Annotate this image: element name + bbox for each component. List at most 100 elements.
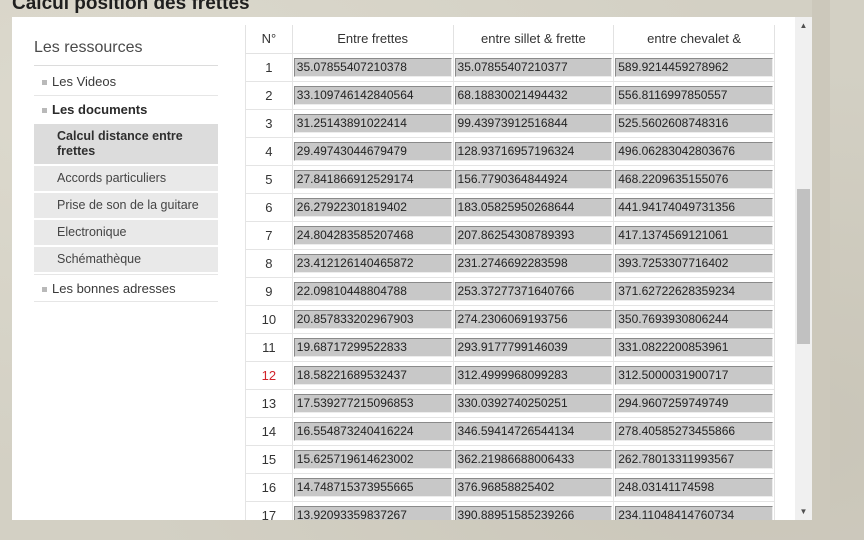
value-field[interactable]: 525.5602608748316 xyxy=(615,113,773,133)
submenu-item-prise-de-son[interactable]: Prise de son de la guitare xyxy=(34,193,218,218)
value-cell: 68.18830021494432 xyxy=(452,80,615,110)
fret-number-cell: 16 xyxy=(245,472,293,502)
value-field[interactable]: 26.27922301819402 xyxy=(293,197,452,217)
value-field[interactable]: 390.88951585239266 xyxy=(454,505,613,520)
value-field[interactable]: 14.748715373955665 xyxy=(293,477,452,497)
value-field[interactable]: 441.94174049731356 xyxy=(615,197,773,217)
table-row: 7 24.804283585207468 207.86254308789393 417… xyxy=(245,220,775,250)
scrollbar-thumb[interactable] xyxy=(797,188,810,344)
submenu-item-accords[interactable]: Accords particuliers xyxy=(34,166,218,191)
value-field[interactable]: 35.07855407210378 xyxy=(293,57,452,77)
value-field[interactable]: 23.412126140465872 xyxy=(293,253,452,273)
value-field[interactable]: 330.0392740250251 xyxy=(454,393,613,413)
value-cell: 496.06283042803676 xyxy=(613,136,775,166)
value-cell: 183.05825950268644 xyxy=(452,192,615,222)
sidebar-title: Les ressources xyxy=(34,37,218,66)
value-cell: 231.2746692283598 xyxy=(452,248,615,278)
value-cell: 33.109746142840564 xyxy=(291,80,454,110)
documents-submenu: Calcul distance entre frettes Accords pa… xyxy=(34,124,218,272)
value-field[interactable]: 393.7253307716402 xyxy=(615,253,773,273)
value-field[interactable]: 33.109746142840564 xyxy=(293,85,452,105)
sidebar-item-bonnes-adresses[interactable]: Les bonnes adresses xyxy=(34,274,218,302)
value-cell: 22.09810448804788 xyxy=(291,276,454,306)
value-field[interactable]: 13.92093359837267 xyxy=(293,505,452,520)
value-field[interactable]: 262.78013311993567 xyxy=(615,449,773,469)
value-field[interactable]: 331.0822200853961 xyxy=(615,337,773,357)
value-field[interactable]: 248.03141174598 xyxy=(615,477,773,497)
value-field[interactable]: 27.841866912529174 xyxy=(293,169,452,189)
page-edge xyxy=(812,0,830,540)
value-cell: 128.93716957196324 xyxy=(452,136,615,166)
value-field[interactable]: 15.625719614623002 xyxy=(293,449,452,469)
value-field[interactable]: 183.05825950268644 xyxy=(454,197,613,217)
value-field[interactable]: 371.62722628359234 xyxy=(615,281,773,301)
sidebar-item-label: Les Videos xyxy=(52,74,117,89)
value-cell: 556.8116997850557 xyxy=(613,80,775,110)
scroll-down-arrow-icon[interactable]: ▼ xyxy=(795,503,812,520)
value-cell: 274.2306069193756 xyxy=(452,304,615,334)
value-field[interactable]: 496.06283042803676 xyxy=(615,141,773,161)
submenu-item-electronique[interactable]: Electronique xyxy=(34,220,218,245)
value-field[interactable]: 31.25143891022414 xyxy=(293,113,452,133)
value-cell: 312.4999968099283 xyxy=(452,360,615,390)
scroll-up-arrow-icon[interactable]: ▲ xyxy=(795,17,812,34)
value-field[interactable]: 22.09810448804788 xyxy=(293,281,452,301)
value-field[interactable]: 35.07855407210377 xyxy=(454,57,613,77)
value-field[interactable]: 68.18830021494432 xyxy=(454,85,613,105)
value-field[interactable]: 231.2746692283598 xyxy=(454,253,613,273)
fret-number-cell: 13 xyxy=(245,388,293,418)
column-header-between-frets: Entre frettes xyxy=(291,25,454,54)
value-field[interactable]: 312.4999968099283 xyxy=(454,365,613,385)
value-field[interactable]: 312.5000031900717 xyxy=(615,365,773,385)
value-field[interactable]: 234.11048414760734 xyxy=(615,505,773,520)
value-field[interactable]: 19.68717299522833 xyxy=(293,337,452,357)
value-field[interactable]: 156.7790364844924 xyxy=(454,169,613,189)
value-cell: 23.412126140465872 xyxy=(291,248,454,278)
value-cell: 248.03141174598 xyxy=(613,472,775,502)
bullet-icon xyxy=(42,80,47,85)
value-field[interactable]: 294.9607259749749 xyxy=(615,393,773,413)
value-field[interactable]: 207.86254308789393 xyxy=(454,225,613,245)
value-field[interactable]: 556.8116997850557 xyxy=(615,85,773,105)
submenu-item-schematheque[interactable]: Schémathèque xyxy=(34,247,218,272)
value-field[interactable]: 362.21986688006433 xyxy=(454,449,613,469)
value-field[interactable]: 468.2209635155076 xyxy=(615,169,773,189)
value-cell: 393.7253307716402 xyxy=(613,248,775,278)
value-field[interactable]: 350.7693930806244 xyxy=(615,309,773,329)
value-field[interactable]: 293.9177799146039 xyxy=(454,337,613,357)
value-cell: 293.9177799146039 xyxy=(452,332,615,362)
table-row: 5 27.841866912529174 156.7790364844924 468.… xyxy=(245,164,775,194)
value-field[interactable]: 24.804283585207468 xyxy=(293,225,452,245)
fret-number-cell: 2 xyxy=(245,80,293,110)
value-field[interactable]: 17.539277215096853 xyxy=(293,393,452,413)
table-row: 3 31.25143891022414 99.43973912516844 525.5… xyxy=(245,108,775,138)
value-cell: 589.9214459278962 xyxy=(613,52,775,82)
value-field[interactable]: 589.9214459278962 xyxy=(615,57,773,77)
value-cell: 17.539277215096853 xyxy=(291,388,454,418)
value-field[interactable]: 128.93716957196324 xyxy=(454,141,613,161)
table-row: 16 14.748715373955665 376.96858825402 248.0… xyxy=(245,472,775,502)
table-row: 9 22.09810448804788 253.37277371640766 371.… xyxy=(245,276,775,306)
sidebar-item-documents[interactable]: Les documents xyxy=(34,96,218,124)
table-row: 12 18.58221689532437 312.4999968099283 312.… xyxy=(245,360,775,390)
value-field[interactable]: 29.49743044679479 xyxy=(293,141,452,161)
value-field[interactable]: 278.40585273455866 xyxy=(615,421,773,441)
value-field[interactable]: 376.96858825402 xyxy=(454,477,613,497)
value-field[interactable]: 346.59414726544134 xyxy=(454,421,613,441)
sidebar: Les ressources Les Videos Les documents … xyxy=(34,37,218,302)
value-field[interactable]: 16.554873240416224 xyxy=(293,421,452,441)
value-field[interactable]: 253.37277371640766 xyxy=(454,281,613,301)
value-field[interactable]: 274.2306069193756 xyxy=(454,309,613,329)
value-cell: 376.96858825402 xyxy=(452,472,615,502)
vertical-scrollbar[interactable]: ▲ ▼ xyxy=(795,17,812,520)
value-field[interactable]: 99.43973912516844 xyxy=(454,113,613,133)
value-field[interactable]: 417.1374569121061 xyxy=(615,225,773,245)
sidebar-item-videos[interactable]: Les Videos xyxy=(34,68,218,96)
value-cell: 331.0822200853961 xyxy=(613,332,775,362)
submenu-item-calcul-distance[interactable]: Calcul distance entre frettes xyxy=(34,124,218,164)
value-cell: 13.92093359837267 xyxy=(291,500,454,520)
value-field[interactable]: 20.857833202967903 xyxy=(293,309,452,329)
value-field[interactable]: 18.58221689532437 xyxy=(293,365,452,385)
table-row: 8 23.412126140465872 231.2746692283598 393.… xyxy=(245,248,775,278)
value-cell: 207.86254308789393 xyxy=(452,220,615,250)
